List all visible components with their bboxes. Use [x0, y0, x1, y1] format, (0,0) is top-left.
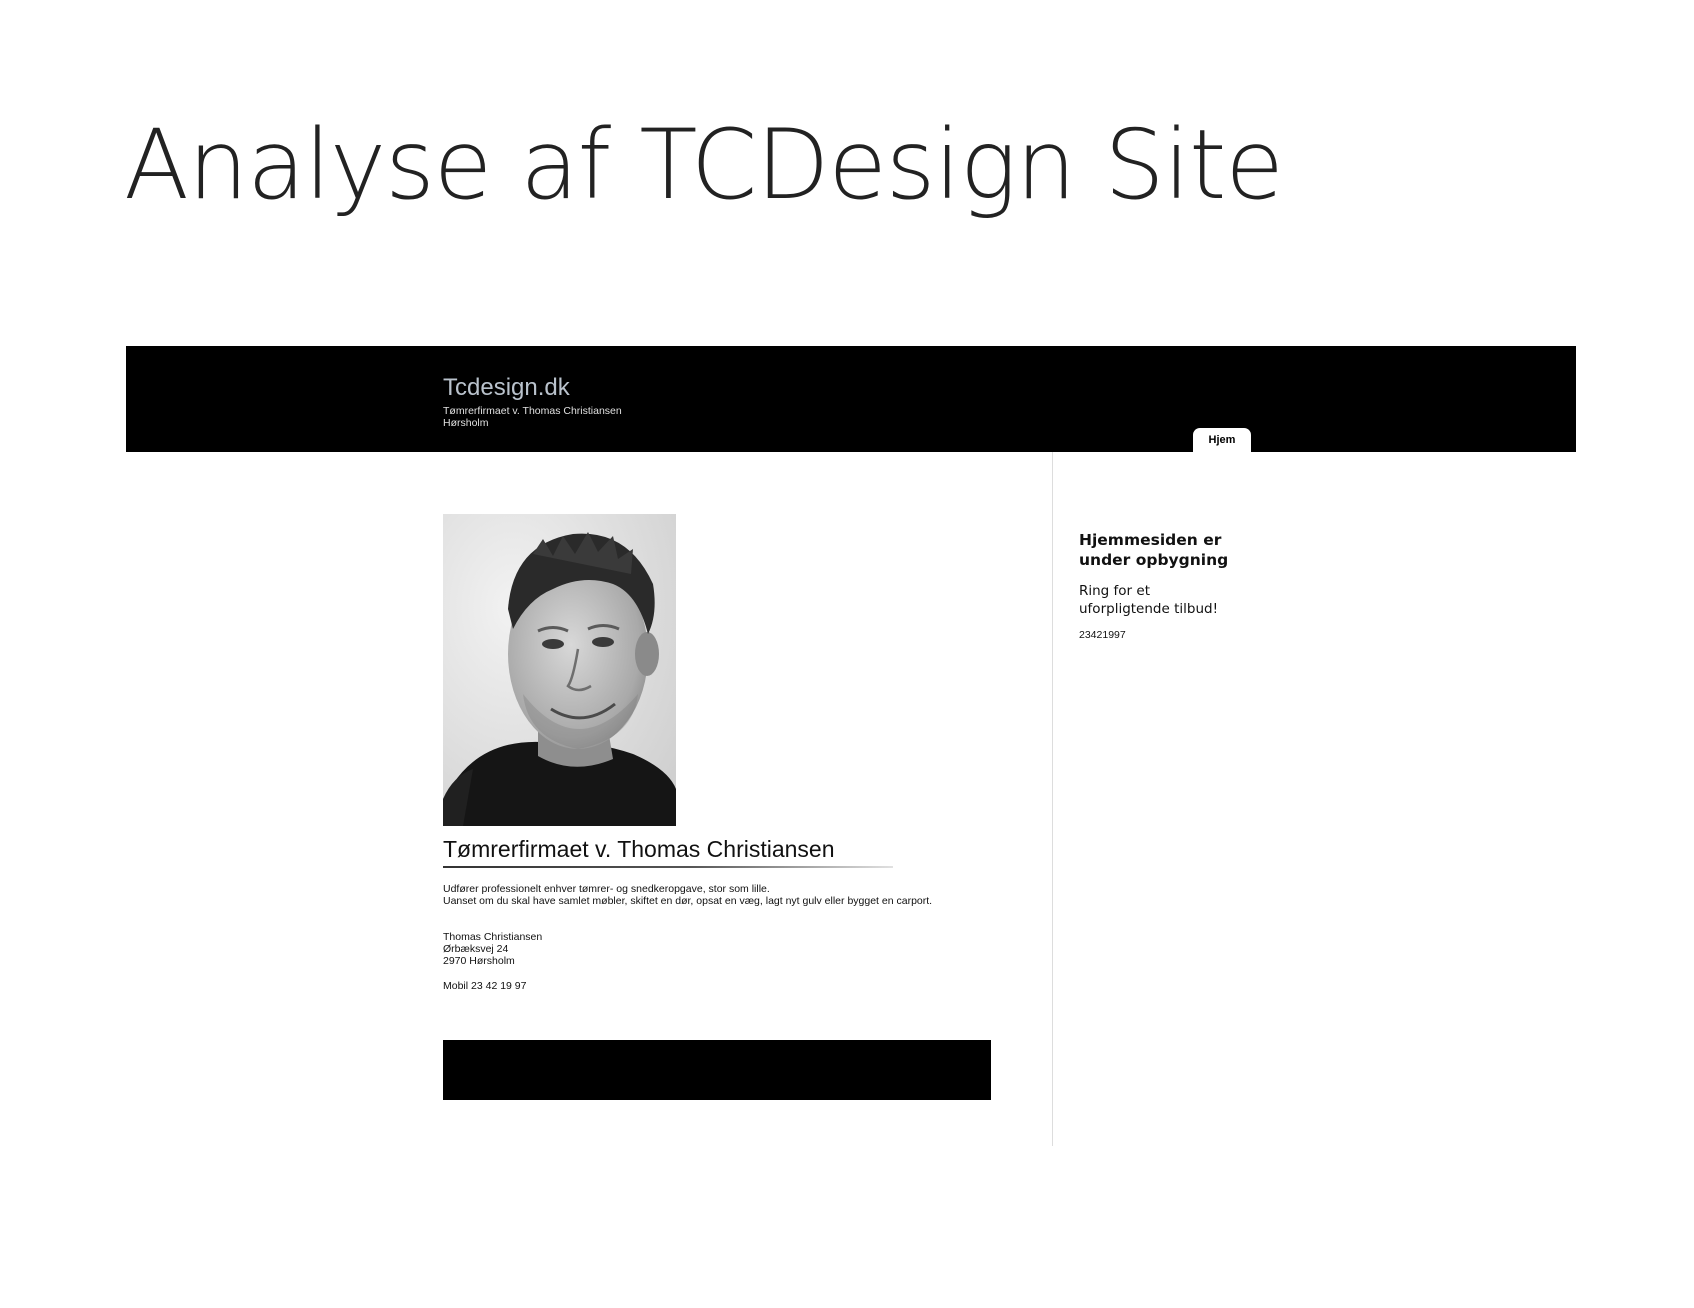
intro-text-line-1: Udfører professionelt enhver tømrer- og … [443, 883, 770, 895]
slide-title: Analyse af TCDesign Site [124, 109, 1284, 221]
site-name[interactable]: Tcdesign.dk [443, 374, 570, 402]
footer-bar [443, 1040, 991, 1100]
sidebar-heading: Hjemmesiden er under opbygning [1079, 531, 1229, 569]
portrait-photo [443, 514, 676, 826]
contact-city: 2970 Hørsholm [443, 955, 515, 967]
main-heading: Tømrerfirmaet v. Thomas Christiansen [443, 836, 835, 862]
contact-name: Thomas Christiansen [443, 931, 543, 943]
slide: Analyse af TCDesign Site Tcdesign.dk Tøm… [0, 0, 1694, 1308]
nav-tab-home[interactable]: Hjem [1193, 428, 1251, 452]
contact-mobile: Mobil 23 42 19 97 [443, 980, 527, 992]
intro-text-line-2: Uanset om du skal have samlet møbler, sk… [443, 895, 933, 907]
contact-street: Ørbæksvej 24 [443, 943, 509, 955]
site-header: Tcdesign.dk Tømrerfirmaet v. Thomas Chri… [126, 346, 1576, 452]
sidebar-text: Ring for et uforpligtende tilbud! [1079, 583, 1218, 617]
site-tagline: Tømrerfirmaet v. Thomas Christiansen [443, 405, 622, 417]
portrait-photo-icon [443, 514, 676, 826]
sidebar-phone[interactable]: 23421997 [1079, 629, 1126, 641]
website-screenshot: Tcdesign.dk Tømrerfirmaet v. Thomas Chri… [126, 346, 1576, 1146]
sidebar-divider [1052, 452, 1053, 1146]
site-city: Hørsholm [443, 417, 489, 429]
heading-underline [443, 866, 893, 868]
